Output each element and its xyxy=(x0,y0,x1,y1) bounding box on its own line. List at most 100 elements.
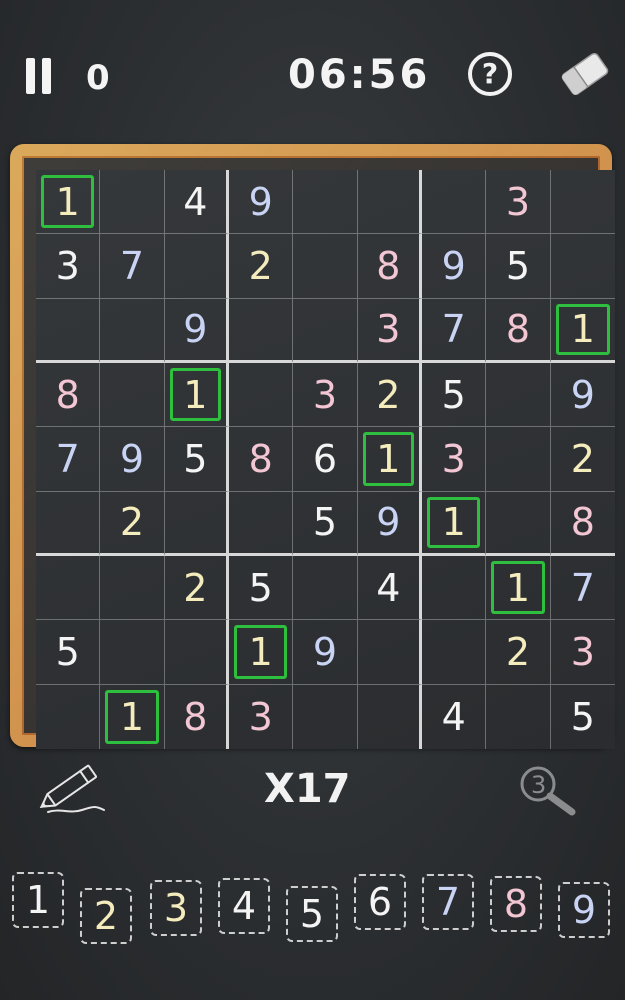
svg-text:3: 3 xyxy=(531,771,546,799)
sudoku-cell[interactable] xyxy=(422,620,487,685)
number-button[interactable]: 4 xyxy=(218,878,270,934)
sudoku-cell[interactable] xyxy=(36,298,101,363)
sudoku-cell[interactable]: 9 xyxy=(357,491,422,556)
number-button[interactable]: 6 xyxy=(354,874,406,930)
sudoku-cell[interactable] xyxy=(486,427,551,492)
number-button[interactable]: 5 xyxy=(286,886,338,942)
sudoku-cell[interactable]: 1 xyxy=(550,299,615,363)
sudoku-cell[interactable]: 4 xyxy=(357,556,422,621)
sudoku-cell[interactable]: 1 xyxy=(36,170,101,235)
sudoku-cell[interactable] xyxy=(486,684,551,749)
sudoku-cell[interactable]: 7 xyxy=(422,298,487,363)
sudoku-cell[interactable] xyxy=(357,620,422,685)
sudoku-cell[interactable]: 5 xyxy=(36,620,101,685)
sudoku-cell[interactable]: 7 xyxy=(100,234,165,299)
sudoku-cell[interactable]: 8 xyxy=(357,234,422,299)
sudoku-cell[interactable] xyxy=(229,491,294,556)
sudoku-cell[interactable] xyxy=(550,234,615,299)
sudoku-cell[interactable] xyxy=(293,298,358,363)
sudoku-cell[interactable]: 3 xyxy=(36,234,101,299)
sudoku-cell[interactable] xyxy=(486,491,551,556)
sudoku-cell[interactable]: 2 xyxy=(100,491,165,556)
sudoku-cell[interactable] xyxy=(100,363,165,428)
sudoku-cell[interactable]: 3 xyxy=(550,620,615,685)
sudoku-cell[interactable]: 8 xyxy=(486,298,551,363)
sudoku-cell[interactable]: 5 xyxy=(551,685,615,749)
sudoku-cell[interactable]: 5 xyxy=(422,363,487,428)
sudoku-cell[interactable] xyxy=(293,556,358,621)
sudoku-cell[interactable]: 9 xyxy=(229,170,294,235)
sudoku-cell[interactable] xyxy=(36,556,101,621)
sudoku-cell[interactable] xyxy=(358,684,422,749)
sudoku-cell[interactable]: 8 xyxy=(36,363,101,428)
number-button[interactable]: 8 xyxy=(490,876,542,932)
pause-icon[interactable] xyxy=(22,58,56,98)
sudoku-cell[interactable] xyxy=(100,556,165,621)
sudoku-cell[interactable]: 5 xyxy=(229,556,294,621)
sudoku-cell[interactable] xyxy=(229,298,294,363)
sudoku-cell[interactable]: 3 xyxy=(486,170,551,235)
hint-magnifier-icon[interactable]: 3 xyxy=(516,762,580,818)
sudoku-cell[interactable]: 2 xyxy=(357,363,422,428)
sudoku-cell[interactable]: 2 xyxy=(229,234,294,299)
sudoku-cell[interactable] xyxy=(293,170,358,235)
sudoku-cell[interactable]: 9 xyxy=(100,427,165,492)
sudoku-cell[interactable] xyxy=(357,170,422,235)
sudoku-cell[interactable]: 3 xyxy=(293,363,358,428)
sudoku-cell[interactable] xyxy=(100,170,165,235)
sudoku-cell[interactable] xyxy=(100,298,165,363)
sudoku-cell[interactable]: 1 xyxy=(422,491,487,556)
sudoku-cell[interactable] xyxy=(486,363,551,428)
sudoku-cell[interactable] xyxy=(164,491,229,556)
number-button[interactable]: 2 xyxy=(80,888,132,944)
sudoku-cell[interactable] xyxy=(293,684,358,749)
sudoku-cell[interactable] xyxy=(164,234,229,299)
sudoku-cell[interactable] xyxy=(293,234,358,299)
sudoku-cell[interactable]: 9 xyxy=(550,363,615,428)
number-button[interactable]: 9 xyxy=(558,882,610,938)
sudoku-cell[interactable]: 5 xyxy=(293,491,358,556)
sudoku-cell[interactable]: 8 xyxy=(550,492,615,556)
sudoku-cell[interactable] xyxy=(422,556,487,621)
sudoku-cell[interactable] xyxy=(422,170,487,235)
sudoku-cell[interactable]: 1 xyxy=(357,427,422,492)
sudoku-cell[interactable] xyxy=(100,620,165,685)
sudoku-cell[interactable]: 8 xyxy=(229,427,294,492)
sudoku-cell[interactable]: 7 xyxy=(550,556,615,621)
sudoku-cell[interactable]: 4 xyxy=(164,170,229,235)
sudoku-cell[interactable]: 1 xyxy=(229,620,294,685)
sudoku-cell[interactable]: 9 xyxy=(293,620,358,685)
sudoku-cell[interactable] xyxy=(229,363,294,428)
number-button[interactable]: 3 xyxy=(150,880,202,936)
sudoku-cell[interactable]: 1 xyxy=(100,684,165,749)
sudoku-cell[interactable] xyxy=(164,620,229,685)
sudoku-cell[interactable]: 5 xyxy=(486,234,551,299)
top-bar: 0 06:56 ? xyxy=(0,0,625,150)
sudoku-cell[interactable]: 2 xyxy=(486,620,551,685)
number-pad: 123456789 xyxy=(0,860,625,960)
sudoku-cell[interactable]: 9 xyxy=(422,234,487,299)
sudoku-cell[interactable] xyxy=(550,170,615,235)
sudoku-cell[interactable]: 7 xyxy=(36,427,101,492)
eraser-icon[interactable] xyxy=(556,46,614,102)
sudoku-cell[interactable]: 6 xyxy=(293,427,358,492)
sudoku-cell[interactable]: 5 xyxy=(164,427,229,492)
sudoku-cell[interactable] xyxy=(36,491,101,556)
pencil-icon[interactable] xyxy=(30,758,120,820)
sudoku-cell[interactable]: 9 xyxy=(164,298,229,363)
sudoku-cell[interactable] xyxy=(36,684,101,749)
sudoku-grid: 1493372895937818132597958613225918254175… xyxy=(36,170,615,749)
sudoku-cell[interactable]: 1 xyxy=(486,556,551,621)
sudoku-cell[interactable]: 3 xyxy=(357,298,422,363)
help-icon[interactable]: ? xyxy=(468,52,512,96)
sudoku-cell[interactable]: 2 xyxy=(550,427,615,492)
mistakes-counter: 0 xyxy=(86,58,110,98)
sudoku-cell[interactable]: 2 xyxy=(164,556,229,621)
sudoku-cell[interactable]: 1 xyxy=(164,363,229,428)
sudoku-cell[interactable]: 4 xyxy=(422,684,487,749)
number-button[interactable]: 1 xyxy=(12,872,64,928)
sudoku-cell[interactable]: 3 xyxy=(422,427,487,492)
sudoku-cell[interactable]: 3 xyxy=(229,684,294,749)
sudoku-cell[interactable]: 8 xyxy=(165,684,229,749)
number-button[interactable]: 7 xyxy=(422,874,474,930)
